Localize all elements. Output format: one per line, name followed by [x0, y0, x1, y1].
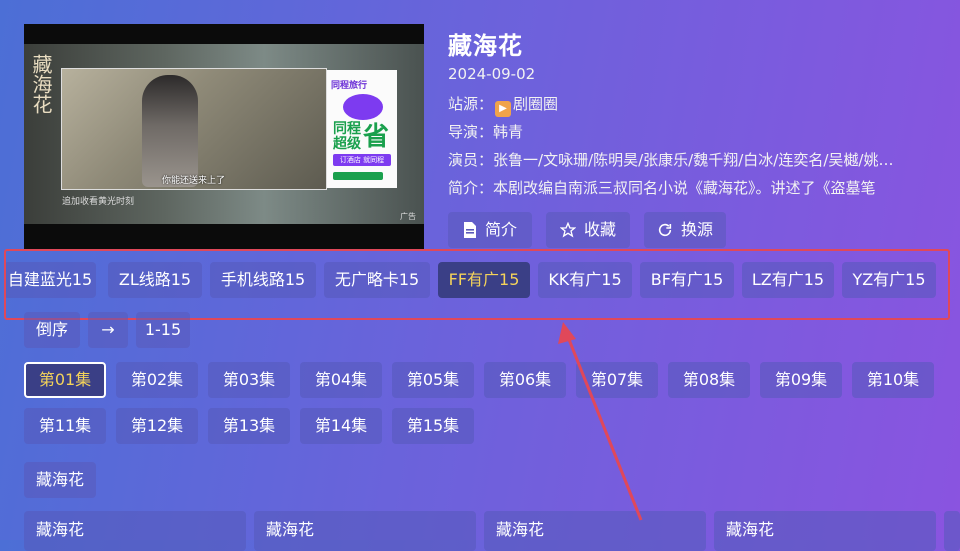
annotation-arrow-icon — [558, 322, 643, 521]
